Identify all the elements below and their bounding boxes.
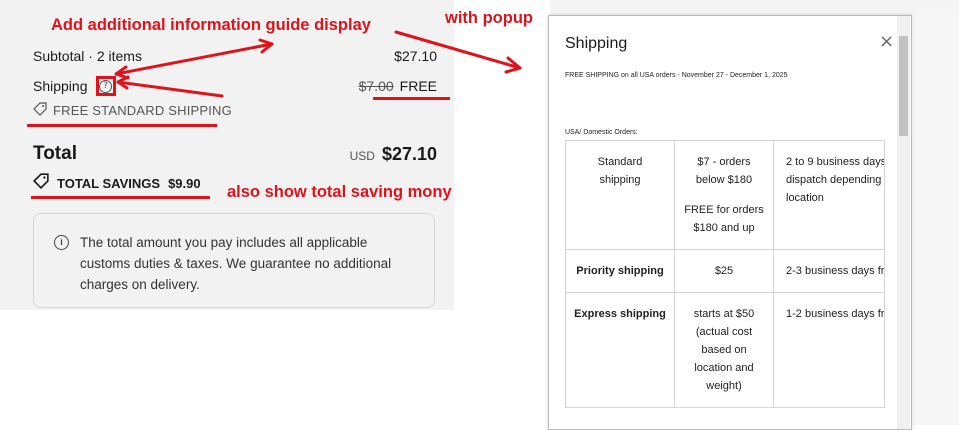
delivery-time: 2 to 9 business days dispatch depending lo… <box>773 140 885 250</box>
annotation-guide: Add additional information guide display <box>51 16 371 34</box>
scrollbar-thumb[interactable] <box>899 36 908 136</box>
shipping-method: Priority shipping <box>565 249 675 293</box>
shipping-cost: starts at $50 (actual cost based on locatio… <box>674 292 774 408</box>
shipping-cost: $7 - orders below $180 FREE for orders $180… <box>674 140 774 250</box>
shipping-table: Standard shipping $7 - orders below $180 FRE… <box>565 140 885 408</box>
delivery-time: 1-2 business days from <box>773 292 885 408</box>
annotation-popup: with popup <box>445 9 533 27</box>
modal-scrollbar[interactable] <box>897 16 910 429</box>
free-shipping-notice: FREE SHIPPING on all USA orders - Novemb… <box>565 72 788 79</box>
table-row: Priority shipping $25 2-3 business days fr… <box>565 249 885 293</box>
domestic-orders-label: USA/ Domestic Orders: <box>565 129 638 136</box>
table-row: Standard shipping $7 - orders below $180 FRE… <box>565 140 885 250</box>
modal-title: Shipping <box>565 35 628 52</box>
annotation-savings: also show total saving mony <box>227 183 452 201</box>
shipping-cost: $25 <box>674 249 774 293</box>
close-icon[interactable]: × <box>879 31 894 52</box>
delivery-time: 2-3 business days from <box>773 249 885 293</box>
shipping-method: Standard shipping <box>565 140 675 250</box>
shipping-method: Express shipping <box>565 292 675 408</box>
table-row: Express shipping starts at $50 (actual cos… <box>565 292 885 408</box>
shipping-modal: Shipping × FREE SHIPPING on all USA orde… <box>548 15 912 430</box>
